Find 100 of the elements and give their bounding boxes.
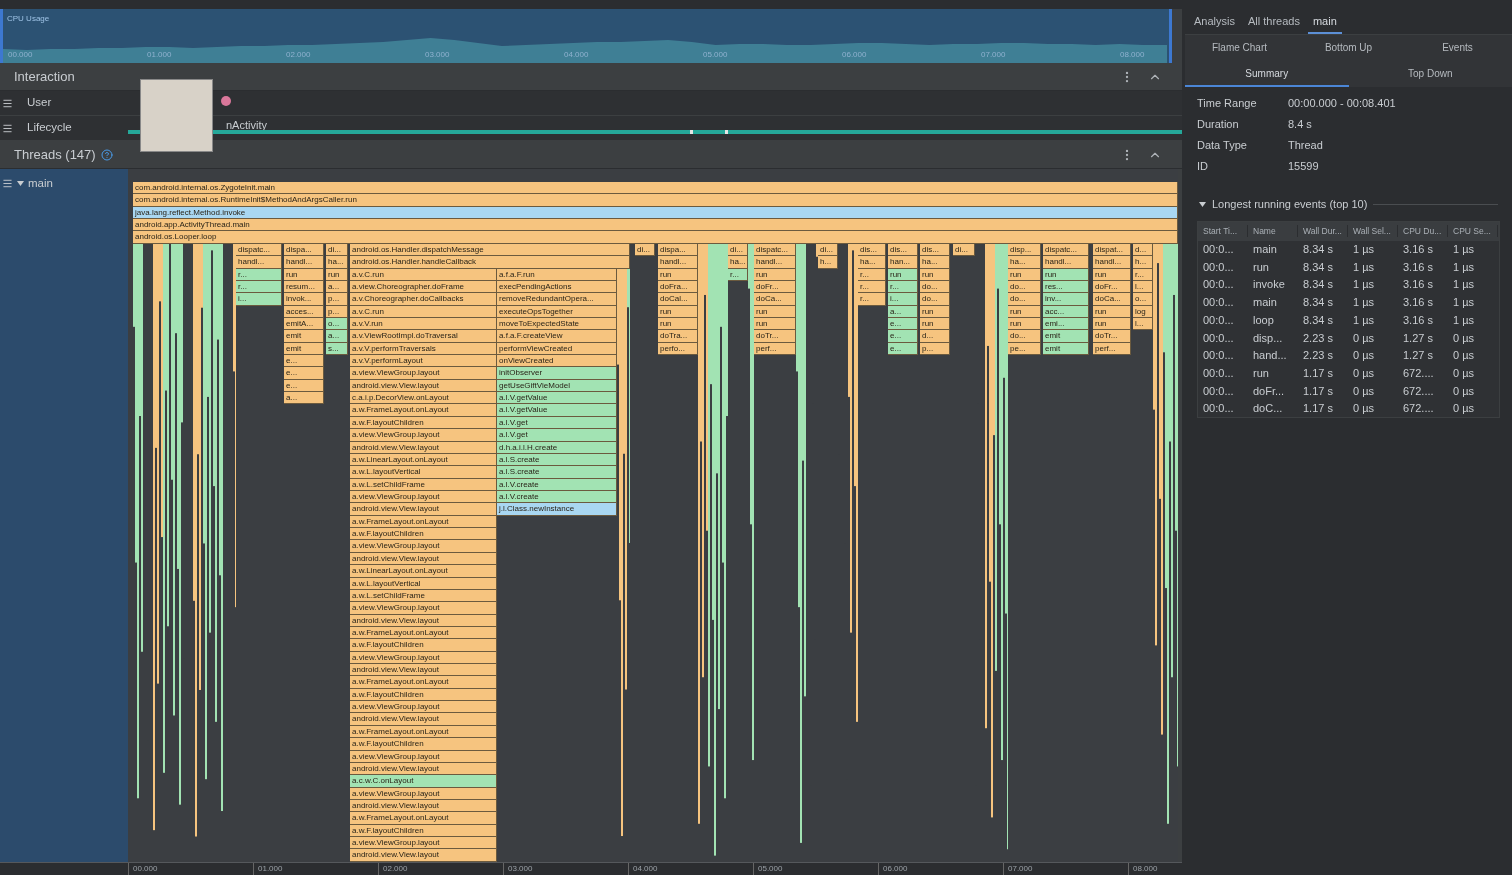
- stack-frame[interactable]: h...: [1133, 256, 1153, 269]
- stack-frame[interactable]: a.view.ViewGroup.layout: [350, 429, 497, 442]
- stack-frame[interactable]: doTra...: [658, 330, 698, 343]
- stack-frame[interactable]: i...: [888, 293, 918, 306]
- stack-frame[interactable]: a.v.ViewRootImpl.doTraversal: [350, 330, 497, 343]
- stack-frame[interactable]: a.l.V.getValue: [497, 404, 617, 417]
- stack-frame[interactable]: onViewCreated: [497, 355, 617, 368]
- caret-down-icon[interactable]: [1199, 200, 1206, 208]
- table-cell-text: 1 µs: [1452, 259, 1475, 275]
- stack-frame[interactable]: doCal...: [658, 293, 698, 306]
- table-cell-text: 00:0...: [1202, 259, 1235, 275]
- stack-frame[interactable]: a.w.F.layoutChildren: [350, 639, 497, 652]
- stack-frame[interactable]: a.view.ViewGroup.layout: [350, 602, 497, 615]
- stack-frame[interactable]: android.app.ActivityThread.main: [133, 219, 1178, 232]
- stack-frame[interactable]: a.view.ViewGroup.layout: [350, 367, 497, 380]
- stack-frame[interactable]: doCa...: [754, 293, 796, 306]
- stack-frame[interactable]: a.l.V.get: [497, 429, 617, 442]
- stack-frame[interactable]: han...: [888, 256, 918, 269]
- stack-frame[interactable]: p...: [326, 293, 348, 306]
- stack-frame[interactable]: do...: [920, 293, 950, 306]
- stack-frame[interactable]: inv...: [1043, 293, 1089, 306]
- stack-frame[interactable]: android.view.View.layout: [350, 664, 497, 677]
- help-icon[interactable]: [100, 148, 113, 161]
- drag-handle-icon[interactable]: [2, 178, 13, 190]
- view-tab[interactable]: Bottom Up: [1294, 35, 1403, 61]
- column-header[interactable]: Name: [1248, 224, 1298, 238]
- stack-frame[interactable]: e...: [888, 330, 918, 343]
- stack-frame[interactable]: invok...: [284, 293, 324, 306]
- stack-frame[interactable]: a.f.a.F.createView: [497, 330, 617, 343]
- stack-frame[interactable]: a.c.w.C.onLayout: [350, 775, 497, 788]
- column-header[interactable]: Wall Dur...: [1298, 224, 1348, 238]
- stack-frame[interactable]: a.view.ViewGroup.layout: [350, 540, 497, 553]
- stack-frame[interactable]: a.l.V.getValue: [497, 392, 617, 405]
- stack-frame[interactable]: a.w.FrameLayout.onLayout: [350, 676, 497, 689]
- stack-frame[interactable]: a.w.L.layoutVertical: [350, 466, 497, 479]
- stack-frame[interactable]: android.view.View.layout: [350, 849, 497, 862]
- stack-frame[interactable]: do...: [1008, 293, 1041, 306]
- stack-frame[interactable]: doTr...: [754, 330, 796, 343]
- view-tab[interactable]: Flame Chart: [1185, 35, 1294, 61]
- stack-frame[interactable]: a.w.F.layoutChildren: [350, 528, 497, 541]
- stack-frame[interactable]: handl...: [1043, 256, 1089, 269]
- stack-frame[interactable]: android.os.Handler.handleCallback: [350, 256, 630, 269]
- view-tab[interactable]: Events: [1403, 35, 1512, 61]
- stack-frame[interactable]: android.view.View.layout: [350, 503, 497, 516]
- stack-frame[interactable]: handl...: [658, 256, 698, 269]
- stack-frame[interactable]: ha...: [728, 256, 748, 269]
- stack-frame[interactable]: initObserver: [497, 367, 617, 380]
- column-header[interactable]: Start Ti...: [1198, 224, 1248, 238]
- panel-tab[interactable]: Analysis: [1189, 12, 1240, 34]
- stack-frame[interactable]: emit: [284, 330, 324, 343]
- stack-frame[interactable]: ha...: [326, 256, 348, 269]
- thread-name[interactable]: main: [28, 175, 53, 193]
- stack-frame[interactable]: handl...: [236, 256, 282, 269]
- drag-handle-icon[interactable]: [2, 122, 13, 134]
- column-header[interactable]: Wall Sel...: [1348, 224, 1398, 238]
- stack-frame[interactable]: emit: [1043, 330, 1089, 343]
- stack-frame[interactable]: ha...: [1008, 256, 1041, 269]
- stack-frame[interactable]: a.w.FrameLayout.onLayout: [350, 812, 497, 825]
- stack-frame[interactable]: h...: [818, 256, 838, 269]
- time-tick-label: 05.000: [703, 49, 729, 61]
- stack-frame[interactable]: a.w.LinearLayout.onLayout: [350, 565, 497, 578]
- stack-frame[interactable]: a...: [284, 392, 324, 405]
- table-cell-text: 1.17 s: [1302, 401, 1334, 417]
- stack-frame[interactable]: android.os.Looper.loop: [133, 231, 1178, 244]
- stack-frame[interactable]: com.android.internal.os.RuntimeInit$MethodAndArgsCaller.run: [133, 194, 1178, 207]
- table-cell-text: 3.16 s: [1402, 259, 1434, 275]
- stack-frame[interactable]: removeRedundantOpera...: [497, 293, 617, 306]
- stack-frame[interactable]: a.v.Choreographer.doCallbacks: [350, 293, 497, 306]
- stack-frame[interactable]: doCa...: [1093, 293, 1131, 306]
- stack-frame[interactable]: a.l.S.create: [497, 466, 617, 479]
- stack-frame[interactable]: doTr...: [1093, 330, 1131, 343]
- stack-frame[interactable]: e...: [284, 355, 324, 368]
- stack-frame[interactable]: d...: [920, 330, 950, 343]
- stack-frame[interactable]: ha...: [858, 256, 886, 269]
- stack-frame[interactable]: do...: [1008, 330, 1041, 343]
- stack-frame[interactable]: handl...: [754, 256, 796, 269]
- stack-frame[interactable]: a.view.ViewGroup.layout: [350, 837, 497, 850]
- view-tab[interactable]: Top Down: [1348, 61, 1512, 87]
- stack-frame[interactable]: i...: [236, 293, 282, 306]
- stack-frame[interactable]: a.w.F.layoutChildren: [350, 738, 497, 751]
- caret-down-icon[interactable]: [17, 180, 24, 188]
- stack-frame[interactable]: ha...: [920, 256, 950, 269]
- stack-frame[interactable]: r...: [858, 293, 886, 306]
- panel-tab[interactable]: All threads: [1242, 12, 1305, 34]
- column-header[interactable]: CPU Se...: [1448, 224, 1498, 238]
- column-header[interactable]: CPU Du...: [1398, 224, 1448, 238]
- stack-frame[interactable]: o...: [1133, 293, 1153, 306]
- stack-frame[interactable]: com.android.internal.os.ZygoteInit.main: [133, 182, 1178, 195]
- stack-frame[interactable]: a.view.ViewGroup.layout: [350, 701, 497, 714]
- stack-frame[interactable]: handl...: [1093, 256, 1131, 269]
- stack-frame[interactable]: a.v.V.performLayout: [350, 355, 497, 368]
- stack-frame[interactable]: handl...: [284, 256, 324, 269]
- stack-frame[interactable]: a.w.FrameLayout.onLayout: [350, 404, 497, 417]
- stack-frame[interactable]: android.view.View.layout: [350, 713, 497, 726]
- stack-frame[interactable]: e...: [284, 367, 324, 380]
- view-tab[interactable]: Summary: [1185, 61, 1349, 87]
- stack-frame[interactable]: a...: [326, 330, 348, 343]
- stack-frame[interactable]: j.l.Class.newInstance: [497, 503, 617, 516]
- stack-frame[interactable]: c.a.i.p.DecorView.onLayout: [350, 392, 497, 405]
- drag-handle-icon[interactable]: [2, 97, 13, 109]
